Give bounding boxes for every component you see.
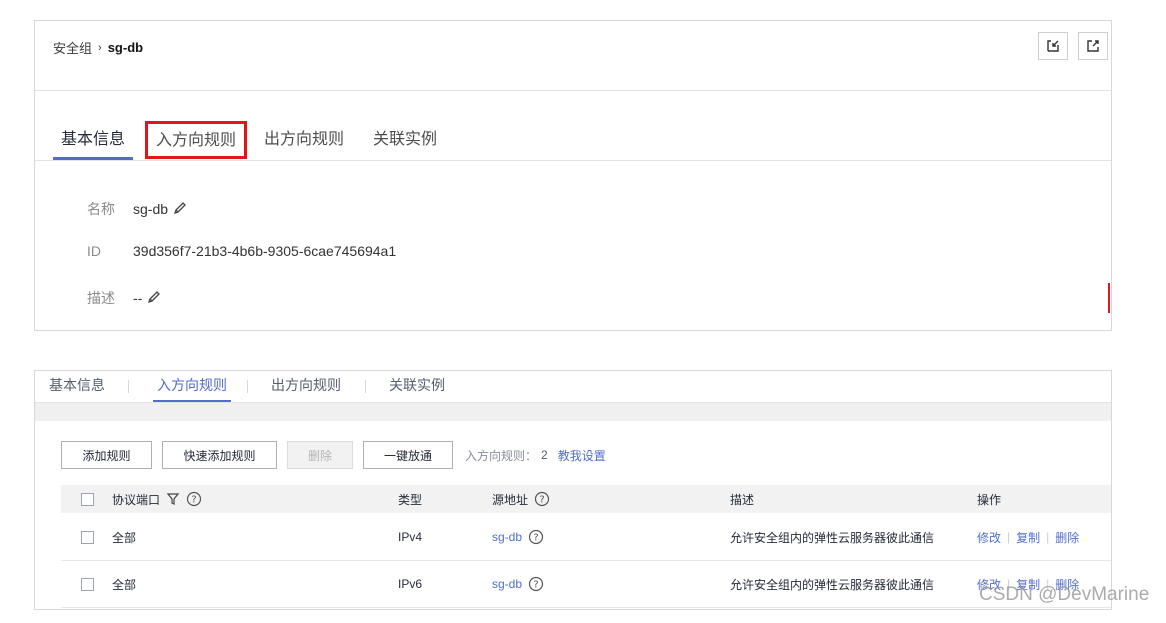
watermark: CSDN @DevMarine (979, 584, 1150, 605)
collapse-icon (1047, 40, 1059, 52)
info-row-description: 描述 -- (87, 288, 162, 308)
select-all-checkbox[interactable] (81, 485, 94, 513)
header-protocol-label: 协议端口 (112, 492, 161, 507)
table-row: 全部 IPv4 sg-db ? 允许安全组内的弹性云服务器彼此通信 修改 | 复… (61, 514, 1111, 561)
detail-tabs: 基本信息 入方向规则 出方向规则 关联实例 (35, 121, 1111, 161)
edit-description-icon[interactable] (146, 289, 162, 308)
row-source-link[interactable]: sg-db (492, 577, 522, 591)
tab-divider (128, 380, 129, 393)
row-type: IPv6 (398, 577, 423, 591)
modify-link[interactable]: 修改 (977, 529, 1001, 546)
edit-name-icon[interactable] (172, 200, 188, 219)
header-source-label: 源地址 (492, 492, 529, 507)
tab-basic-info[interactable]: 基本信息 (53, 121, 134, 160)
rule-count: 2 (541, 448, 548, 462)
breadcrumb-chevron-icon: › (98, 41, 102, 54)
tab-associated-instances[interactable]: 关联实例 (373, 121, 437, 159)
tab-inbound-rules[interactable]: 入方向规则 (145, 121, 248, 159)
name-value: sg-db (133, 201, 169, 217)
header-protocol: 协议端口 ? (112, 485, 202, 513)
header-source: 源地址 ? (492, 485, 550, 513)
breadcrumb-parent-link[interactable]: 安全组 (53, 38, 92, 57)
row-protocol: 全部 (112, 530, 137, 545)
tab-divider (247, 380, 248, 393)
inbound-rules-panel: 基本信息 入方向规则 出方向规则 关联实例 添加规则 快速添加规则 删除 一键放… (34, 370, 1112, 610)
row-source: sg-db ? (492, 561, 544, 607)
delete-link[interactable]: 删除 (1055, 529, 1079, 546)
tab-inbound-rules[interactable]: 入方向规则 (153, 371, 231, 402)
svg-text:?: ? (533, 533, 538, 544)
tab-basic-info[interactable]: 基本信息 (49, 371, 105, 400)
rules-tabs: 基本信息 入方向规则 出方向规则 关联实例 (35, 371, 1111, 403)
tab-outbound-rules[interactable]: 出方向规则 (271, 371, 341, 400)
description-value: -- (133, 290, 143, 306)
red-edge-marker (1108, 283, 1110, 313)
table-row: 全部 IPv6 sg-db ? 允许安全组内的弹性云服务器彼此通信 修改 | 复… (61, 561, 1111, 608)
row-type: IPv4 (398, 530, 423, 544)
help-icon[interactable]: ? (186, 491, 202, 507)
panel-header: 安全组 › sg-db (35, 21, 1111, 91)
allow-all-button[interactable]: 一键放通 (363, 441, 453, 469)
copy-link[interactable]: 复制 (1016, 529, 1040, 546)
rule-count-label: 入方向规则： (465, 448, 538, 463)
filter-icon[interactable] (166, 492, 180, 506)
action-divider: | (1007, 530, 1011, 544)
tab-divider (365, 380, 366, 393)
add-rule-button[interactable]: 添加规则 (61, 441, 152, 469)
collapse-button[interactable] (1038, 32, 1068, 60)
row-protocol: 全部 (112, 577, 137, 592)
help-link[interactable]: 教我设置 (558, 447, 606, 464)
help-icon[interactable]: ? (528, 576, 544, 592)
svg-text:?: ? (533, 580, 538, 591)
quick-add-rule-button[interactable]: 快速添加规则 (162, 441, 277, 469)
id-value: 39d356f7-21b3-4b6b-9305-6cae745694a1 (133, 243, 397, 259)
header-actions: 操作 (977, 492, 1002, 507)
tab-associated-instances[interactable]: 关联实例 (389, 371, 445, 400)
info-row-id: ID 39d356f7-21b3-4b6b-9305-6cae745694a1 (87, 243, 396, 259)
breadcrumb-current: sg-db (107, 40, 144, 55)
security-group-detail-panel: 安全组 › sg-db 基本信息 入方向规则 出方向规则 关联实例 名称 sg-… (34, 20, 1112, 331)
delete-button[interactable]: 删除 (287, 441, 353, 469)
description-label: 描述 (87, 290, 115, 306)
external-link-icon (1087, 40, 1099, 52)
help-icon[interactable]: ? (528, 529, 544, 545)
breadcrumb: 安全组 › sg-db (53, 38, 143, 57)
row-source: sg-db ? (492, 514, 544, 560)
row-description: 允许安全组内的弹性云服务器彼此通信 (730, 577, 935, 592)
header-description: 描述 (730, 492, 755, 507)
rules-toolbar: 添加规则 快速添加规则 删除 一键放通 入方向规则： 2 教我设置 (61, 441, 606, 469)
row-source-link[interactable]: sg-db (492, 530, 522, 544)
row-description: 允许安全组内的弹性云服务器彼此通信 (730, 530, 935, 545)
name-label: 名称 (87, 201, 115, 217)
svg-text:?: ? (191, 495, 196, 506)
help-icon[interactable]: ? (534, 491, 550, 507)
separator-bar (35, 403, 1111, 421)
info-row-name: 名称 sg-db (87, 199, 188, 219)
row-actions: 修改 | 复制 | 删除 (977, 514, 1079, 560)
tab-outbound-rules[interactable]: 出方向规则 (264, 121, 344, 159)
row-checkbox[interactable] (81, 514, 94, 560)
header-type: 类型 (398, 492, 423, 507)
row-checkbox[interactable] (81, 561, 94, 607)
id-label: ID (87, 243, 101, 259)
table-header: 协议端口 ? 类型 源地址 ? 描述 操作 (61, 485, 1111, 513)
action-divider: | (1046, 530, 1050, 544)
open-new-window-button[interactable] (1078, 32, 1108, 60)
svg-text:?: ? (539, 495, 544, 506)
